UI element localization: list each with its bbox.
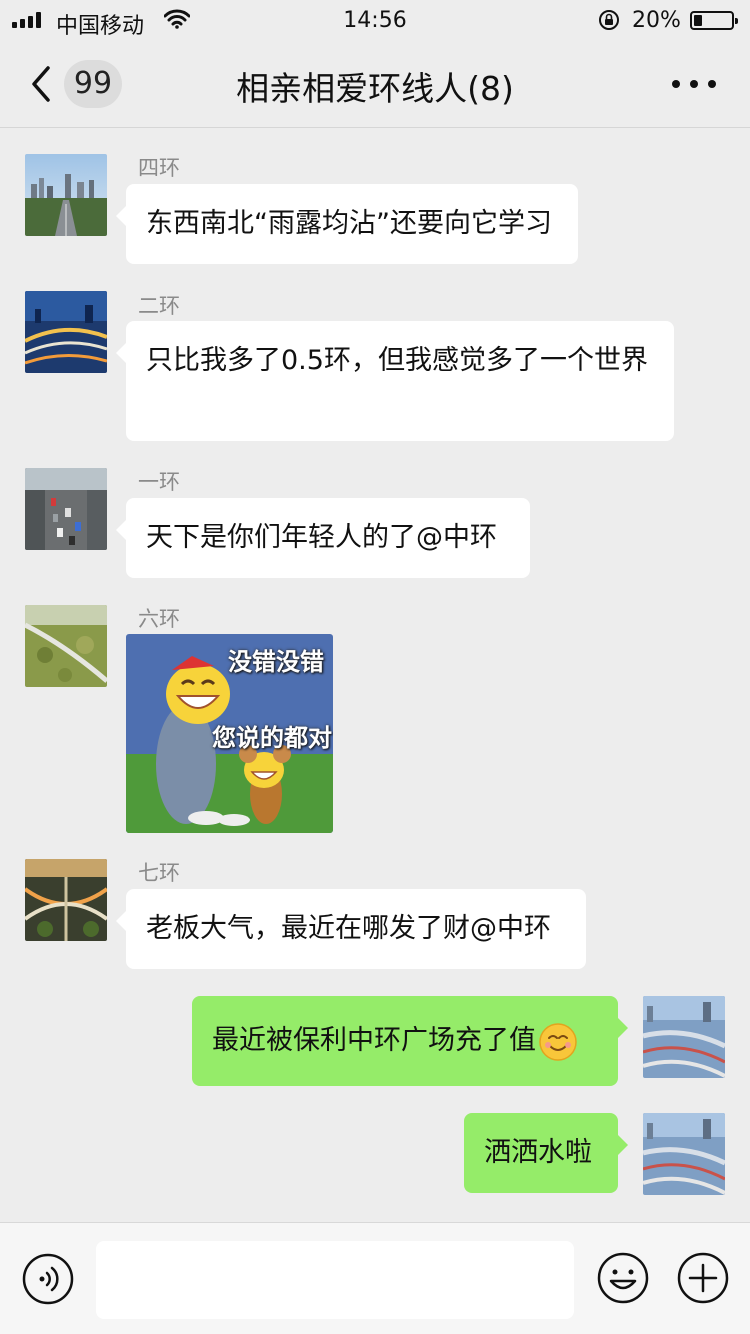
voice-icon[interactable]	[22, 1253, 74, 1305]
sticker-image[interactable]: 没错没错 您说的都对	[126, 634, 333, 833]
sender-name: 四环	[138, 156, 180, 180]
message-bubble[interactable]: 只比我多了0.5环，但我感觉多了一个世界	[116, 321, 674, 441]
back-chevron-icon[interactable]	[22, 60, 62, 108]
my-message-bubble[interactable]: 最近被保利中环广场充了值	[192, 996, 628, 1086]
my-avatar[interactable]	[643, 1113, 725, 1195]
avatar[interactable]	[25, 468, 107, 550]
message-bubble[interactable]: 老板大气，最近在哪发了财@中环	[116, 889, 586, 969]
sender-name: 一环	[138, 470, 180, 494]
battery-icon	[690, 11, 738, 30]
sticker-caption: 没错没错	[228, 648, 324, 676]
avatar[interactable]	[25, 291, 107, 373]
avatar[interactable]	[25, 859, 107, 941]
unread-count-badge[interactable]: 99	[64, 60, 122, 108]
sender-name: 六环	[138, 607, 180, 631]
message-input[interactable]	[96, 1241, 574, 1319]
message-bubble[interactable]: 东西南北“雨露均沾”还要向它学习	[116, 184, 578, 264]
chat-header: 99 相亲相爱环线人(8)	[0, 40, 750, 128]
smiling-face-emoji	[539, 1022, 577, 1061]
avatar[interactable]	[25, 154, 107, 236]
input-bar	[0, 1222, 750, 1334]
battery-percent: 20%	[632, 8, 681, 33]
message-text: 最近被保利中环广场充了值	[212, 1025, 536, 1056]
orientation-lock-icon	[599, 10, 619, 30]
sticker-caption: 您说的都对	[212, 724, 332, 752]
emoji-icon[interactable]	[596, 1251, 650, 1305]
avatar[interactable]	[25, 605, 107, 687]
my-message-bubble[interactable]: 洒洒水啦	[464, 1113, 628, 1193]
sender-name: 七环	[138, 861, 180, 885]
chat-title: 相亲相爱环线人(8)	[236, 69, 514, 108]
status-bar: 中国移动 14:56 20%	[0, 0, 750, 40]
sender-name: 二环	[138, 294, 180, 318]
my-avatar[interactable]	[643, 996, 725, 1078]
plus-icon[interactable]	[676, 1251, 730, 1305]
more-dots-icon[interactable]	[672, 74, 716, 94]
message-bubble[interactable]: 天下是你们年轻人的了@中环	[116, 498, 530, 578]
